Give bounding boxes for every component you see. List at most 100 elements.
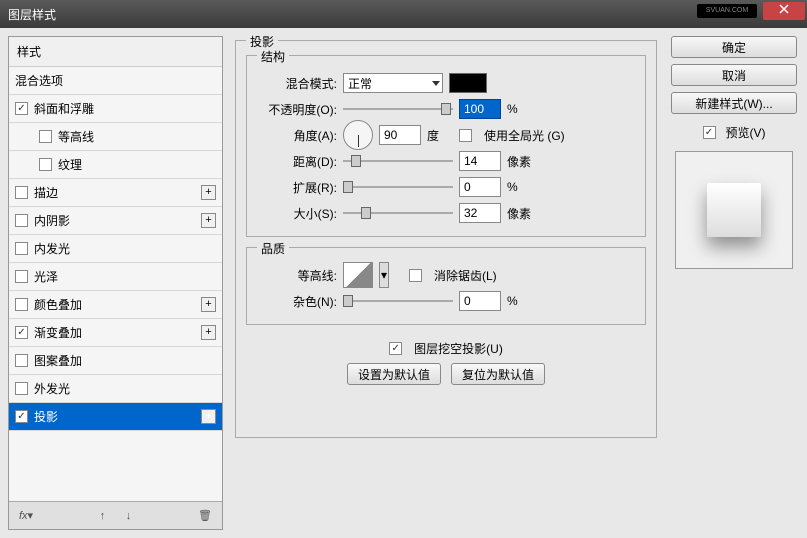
blend-mode-select[interactable]: 正常 [343,73,443,93]
style-label: 纹理 [58,156,82,173]
style-checkbox[interactable] [15,410,28,423]
preview-checkbox[interactable] [703,126,716,139]
distance-slider[interactable] [343,153,453,169]
opacity-slider[interactable] [343,101,453,117]
style-row-8[interactable]: 渐变叠加 + [9,319,222,347]
size-slider[interactable] [343,205,453,221]
structure-group: 结构 混合模式: 正常 不透明度(O): % 角度(A): [246,55,646,237]
style-row-9[interactable]: 图案叠加 [9,347,222,375]
spread-label: 扩展(R): [257,179,337,196]
angle-input[interactable] [379,125,421,145]
shadow-color-swatch[interactable] [449,73,487,93]
style-checkbox[interactable] [15,242,28,255]
style-row-10[interactable]: 外发光 [9,375,222,403]
styles-panel: 样式 混合选项 斜面和浮雕等高线纹理描边+内阴影+内发光光泽颜色叠加+渐变叠加+… [8,36,223,530]
chevron-down-icon [432,81,440,86]
knockout-checkbox[interactable] [389,342,402,355]
size-input[interactable] [459,203,501,223]
noise-label: 杂色(N): [257,293,337,310]
style-label: 内发光 [34,240,70,257]
style-checkbox[interactable] [39,158,52,171]
close-button[interactable] [763,2,805,20]
global-light-label: 使用全局光 (G) [484,127,565,144]
window-title: 图层样式 [8,6,56,23]
titlebar: 图层样式 SVUAN.COM [0,0,807,28]
expand-button[interactable]: + [201,297,216,312]
quality-title: 品质 [257,240,289,257]
expand-button[interactable]: + [201,409,216,424]
style-checkbox[interactable] [15,214,28,227]
move-up-button[interactable]: ↑ [92,506,114,526]
structure-title: 结构 [257,48,289,65]
style-label: 等高线 [58,128,94,145]
cancel-button[interactable]: 取消 [671,64,797,86]
style-row-5[interactable]: 内发光 [9,235,222,263]
distance-input[interactable] [459,151,501,171]
distance-label: 距离(D): [257,153,337,170]
style-row-6[interactable]: 光泽 [9,263,222,291]
blend-options-label: 混合选项 [15,72,63,89]
expand-button[interactable]: + [201,325,216,340]
anti-alias-checkbox[interactable] [409,269,422,282]
style-label: 投影 [34,408,58,425]
style-label: 颜色叠加 [34,296,82,313]
settings-panel: 投影 结构 混合模式: 正常 不透明度(O): % [231,36,661,530]
contour-picker[interactable] [343,262,373,288]
angle-dial[interactable] [343,120,373,150]
size-label: 大小(S): [257,205,337,222]
expand-button[interactable]: + [201,213,216,228]
style-label: 描边 [34,184,58,201]
style-row-7[interactable]: 颜色叠加 + [9,291,222,319]
style-checkbox[interactable] [15,382,28,395]
opacity-input[interactable] [459,99,501,119]
spread-input[interactable] [459,177,501,197]
style-label: 斜面和浮雕 [34,100,94,117]
style-checkbox[interactable] [15,186,28,199]
style-row-2[interactable]: 纹理 [9,151,222,179]
global-light-checkbox[interactable] [459,129,472,142]
style-checkbox[interactable] [15,270,28,283]
quality-group: 品质 等高线: ▾ 消除锯齿(L) 杂色(N): % [246,247,646,325]
delete-button[interactable]: 🗑 [194,506,216,526]
style-checkbox[interactable] [39,130,52,143]
watermark: SVUAN.COM [697,4,757,18]
style-checkbox[interactable] [15,326,28,339]
style-row-11[interactable]: 投影 + [9,403,222,431]
noise-slider[interactable] [343,293,453,309]
fx-menu-button[interactable]: fx▾ [15,506,37,526]
style-row-0[interactable]: 斜面和浮雕 [9,95,222,123]
style-label: 图案叠加 [34,352,82,369]
noise-unit: % [507,294,518,308]
contour-dropdown[interactable]: ▾ [379,262,389,288]
anti-alias-label: 消除锯齿(L) [434,267,497,284]
style-label: 渐变叠加 [34,324,82,341]
styles-footer: fx▾ ↑ ↓ 🗑 [9,501,222,529]
blend-options-row[interactable]: 混合选项 [9,67,222,95]
distance-unit: 像素 [507,153,531,170]
style-row-3[interactable]: 描边 + [9,179,222,207]
styles-header[interactable]: 样式 [9,37,222,67]
style-checkbox[interactable] [15,354,28,367]
style-row-1[interactable]: 等高线 [9,123,222,151]
angle-label: 角度(A): [257,127,337,144]
style-label: 光泽 [34,268,58,285]
opacity-label: 不透明度(O): [257,101,337,118]
spread-slider[interactable] [343,179,453,195]
style-checkbox[interactable] [15,102,28,115]
action-panel: 确定 取消 新建样式(W)... 预览(V) [669,36,799,530]
dialog-body: 样式 混合选项 斜面和浮雕等高线纹理描边+内阴影+内发光光泽颜色叠加+渐变叠加+… [0,28,807,538]
style-row-4[interactable]: 内阴影+ [9,207,222,235]
style-label: 外发光 [34,380,70,397]
reset-default-button[interactable]: 复位为默认值 [451,363,545,385]
ok-button[interactable]: 确定 [671,36,797,58]
set-default-button[interactable]: 设置为默认值 [347,363,441,385]
noise-input[interactable] [459,291,501,311]
angle-unit: 度 [427,127,439,144]
move-down-button[interactable]: ↓ [118,506,140,526]
new-style-button[interactable]: 新建样式(W)... [671,92,797,114]
blend-mode-label: 混合模式: [257,75,337,92]
knockout-label: 图层挖空投影(U) [414,340,503,357]
expand-button[interactable]: + [201,185,216,200]
style-checkbox[interactable] [15,298,28,311]
contour-label: 等高线: [257,267,337,284]
